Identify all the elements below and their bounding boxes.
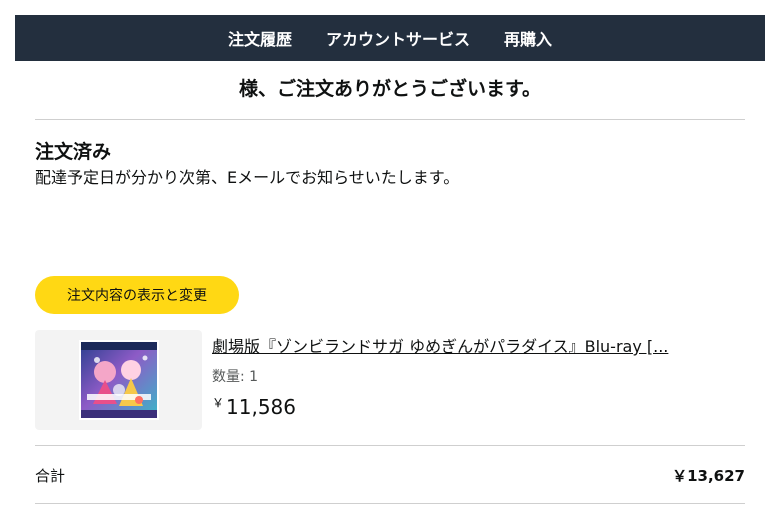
product-title-link[interactable]: 劇場版『ゾンビランドサガ ゆめぎんがパラダイス』Blu-ray [... <box>212 333 742 357</box>
nav-account-services[interactable]: アカウントサービス <box>326 26 470 50</box>
view-edit-order-button[interactable]: 注文内容の表示と変更 <box>35 276 239 314</box>
divider <box>35 503 745 504</box>
product-price: ￥ 11,586 <box>212 394 296 419</box>
divider <box>35 445 745 446</box>
product-quantity: 数量: 1 <box>212 369 259 385</box>
currency-symbol: ￥ <box>212 396 225 410</box>
order-status-title: 注文済み <box>35 141 112 163</box>
price-value: 11,586 <box>226 395 296 419</box>
divider <box>35 119 745 120</box>
order-total-value: ￥13,627 <box>672 467 745 485</box>
thank-you-heading: 様、ご注文ありがとうございます。 <box>238 78 542 100</box>
product-image[interactable] <box>35 330 202 430</box>
top-navigation: 注文履歴 アカウントサービス 再購入 <box>15 15 765 61</box>
nav-order-history[interactable]: 注文履歴 <box>228 26 292 50</box>
order-status-description: 配達予定日が分かり次第、Eメールでお知らせいたします。 <box>35 168 460 187</box>
nav-buy-again[interactable]: 再購入 <box>504 26 552 50</box>
order-total-label: 合計 <box>35 467 66 485</box>
product-cover-art-icon <box>78 340 159 420</box>
